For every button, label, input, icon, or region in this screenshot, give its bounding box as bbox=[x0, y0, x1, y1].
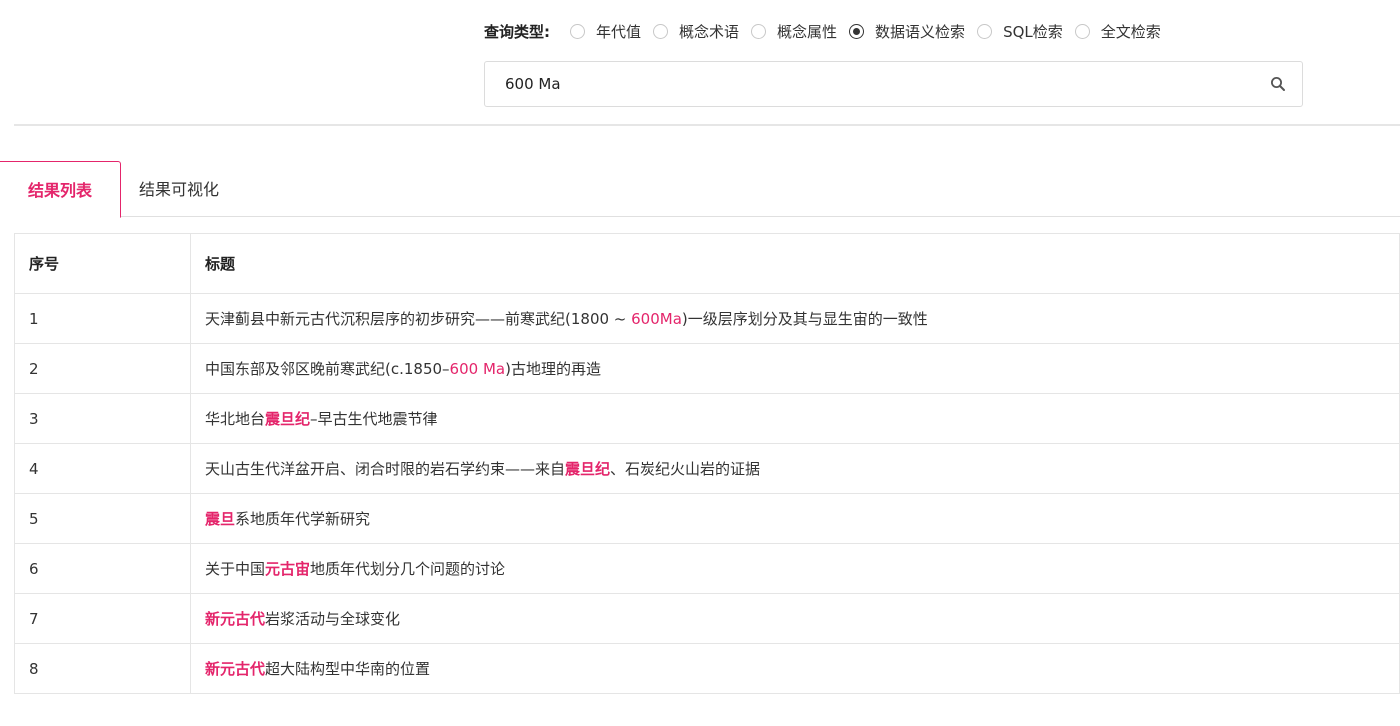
result-title-link[interactable]: 震旦系地质年代学新研究 bbox=[190, 493, 1400, 544]
highlight-term: 新元古代 bbox=[205, 660, 266, 678]
title-text: 华北地台 bbox=[205, 410, 266, 428]
row-index: 8 bbox=[14, 643, 191, 694]
table-row[interactable]: 3 华北地台震旦纪–早古生代地震节律 bbox=[14, 393, 1400, 444]
tab-result-list[interactable]: 结果列表 bbox=[0, 161, 121, 218]
result-title-link[interactable]: 新元古代超大陆构型中华南的位置 bbox=[190, 643, 1400, 694]
highlight-term: 震旦纪 bbox=[565, 460, 611, 478]
radio-label: 年代值 bbox=[596, 22, 642, 41]
tab-result-visualization[interactable]: 结果可视化 bbox=[121, 161, 237, 216]
result-tabs: 结果列表 结果可视化 bbox=[0, 161, 1400, 218]
column-header-title: 标题 bbox=[190, 233, 1400, 294]
highlight-term: 震旦 bbox=[205, 510, 236, 528]
radio-circle-icon[interactable] bbox=[977, 23, 993, 39]
column-header-index: 序号 bbox=[14, 233, 191, 294]
search-input[interactable] bbox=[485, 62, 1245, 106]
row-index: 6 bbox=[14, 543, 191, 594]
title-text: 关于中国 bbox=[205, 560, 266, 578]
table-row[interactable]: 4 天山古生代洋盆开启、闭合时限的岩石学约束——来自震旦纪、石炭纪火山岩的证据 bbox=[14, 443, 1400, 494]
table-row[interactable]: 5 震旦系地质年代学新研究 bbox=[14, 493, 1400, 544]
title-text: 系地质年代学新研究 bbox=[235, 510, 371, 528]
table-body: 1 天津蓟县中新元古代沉积层序的初步研究——前寒武纪(1800 ~ 600Ma)一… bbox=[14, 293, 1400, 694]
title-text: 中国东部及邻区晚前寒武纪(c.1850– bbox=[205, 360, 450, 378]
result-title-link[interactable]: 华北地台震旦纪–早古生代地震节律 bbox=[190, 393, 1400, 444]
table-row[interactable]: 2 中国东部及邻区晚前寒武纪(c.1850–600 Ma)古地理的再造 bbox=[14, 343, 1400, 394]
table-row[interactable]: 8 新元古代超大陆构型中华南的位置 bbox=[14, 643, 1400, 694]
result-title-link[interactable]: 新元古代岩浆活动与全球变化 bbox=[190, 593, 1400, 644]
results-table: 序号 标题 1 天津蓟县中新元古代沉积层序的初步研究——前寒武纪(1800 ~ 6… bbox=[14, 233, 1400, 694]
title-text: 天山古生代洋盆开启、闭合时限的岩石学约束——来自 bbox=[205, 460, 566, 478]
radio-circle-icon[interactable] bbox=[1074, 23, 1090, 39]
query-type-label: 查询类型: bbox=[484, 22, 550, 41]
row-index: 1 bbox=[14, 293, 191, 344]
row-index: 4 bbox=[14, 443, 191, 494]
radio-circle-icon[interactable] bbox=[653, 23, 669, 39]
highlight-term: 元古宙 bbox=[265, 560, 311, 578]
radio-concept-attribute[interactable]: 概念属性 bbox=[751, 21, 837, 42]
result-title-link[interactable]: 天山古生代洋盆开启、闭合时限的岩石学约束——来自震旦纪、石炭纪火山岩的证据 bbox=[190, 443, 1400, 494]
highlight-term: 震旦纪 bbox=[265, 410, 311, 428]
row-index: 3 bbox=[14, 393, 191, 444]
title-text: 、石炭纪火山岩的证据 bbox=[610, 460, 761, 478]
title-text: 地质年代划分几个问题的讨论 bbox=[310, 560, 506, 578]
title-text: 岩浆活动与全球变化 bbox=[265, 610, 401, 628]
highlight-term: 新元古代 bbox=[205, 610, 266, 628]
radio-concept-term[interactable]: 概念术语 bbox=[653, 21, 739, 42]
radio-label: 概念属性 bbox=[777, 22, 838, 41]
row-index: 7 bbox=[14, 593, 191, 644]
search-box bbox=[484, 61, 1303, 107]
table-header-row: 序号 标题 bbox=[14, 233, 1400, 294]
row-index: 2 bbox=[14, 343, 191, 394]
radio-data-semantic-search[interactable]: 数据语义检索 bbox=[849, 21, 965, 42]
header-divider bbox=[14, 124, 1400, 126]
search-icon[interactable] bbox=[1270, 76, 1286, 92]
radio-circle-icon[interactable] bbox=[570, 23, 585, 39]
radio-year-value[interactable]: 年代值 bbox=[570, 21, 641, 42]
row-index: 5 bbox=[14, 493, 191, 544]
highlight-term: 600Ma bbox=[631, 310, 682, 328]
title-text: 天津蓟县中新元古代沉积层序的初步研究——前寒武纪(1800 ~ bbox=[205, 310, 632, 328]
title-text: )一级层序划分及其与显生宙的一致性 bbox=[681, 310, 928, 328]
radio-fulltext-search[interactable]: 全文检索 bbox=[1074, 21, 1161, 42]
table-row[interactable]: 7 新元古代岩浆活动与全球变化 bbox=[14, 593, 1400, 644]
table-row[interactable]: 6 关于中国元古宙地质年代划分几个问题的讨论 bbox=[14, 543, 1400, 594]
result-title-link[interactable]: 中国东部及邻区晚前寒武纪(c.1850–600 Ma)古地理的再造 bbox=[190, 343, 1400, 394]
radio-sql-search[interactable]: SQL检索 bbox=[977, 21, 1063, 42]
table-row[interactable]: 1 天津蓟县中新元古代沉积层序的初步研究——前寒武纪(1800 ~ 600Ma)一… bbox=[14, 293, 1400, 344]
result-title-link[interactable]: 关于中国元古宙地质年代划分几个问题的讨论 bbox=[190, 543, 1400, 594]
radio-label: SQL检索 bbox=[1003, 22, 1063, 41]
radio-label: 数据语义检索 bbox=[875, 22, 966, 41]
radio-label: 全文检索 bbox=[1100, 22, 1161, 41]
result-title-link[interactable]: 天津蓟县中新元古代沉积层序的初步研究——前寒武纪(1800 ~ 600Ma)一级… bbox=[190, 293, 1400, 344]
radio-circle-icon[interactable] bbox=[751, 23, 767, 39]
title-text: 超大陆构型中华南的位置 bbox=[265, 660, 431, 678]
radio-circle-icon[interactable] bbox=[849, 23, 865, 39]
query-type-bar: 查询类型: 年代值 概念术语 概念属性 数据语义检索 SQL检索 全文检索 bbox=[484, 18, 1161, 44]
title-text: –早古生代地震节律 bbox=[310, 410, 438, 428]
title-text: )古地理的再造 bbox=[505, 360, 601, 378]
radio-label: 概念术语 bbox=[679, 22, 740, 41]
highlight-term: 600 Ma bbox=[449, 360, 506, 378]
tabs-baseline bbox=[0, 216, 1400, 217]
